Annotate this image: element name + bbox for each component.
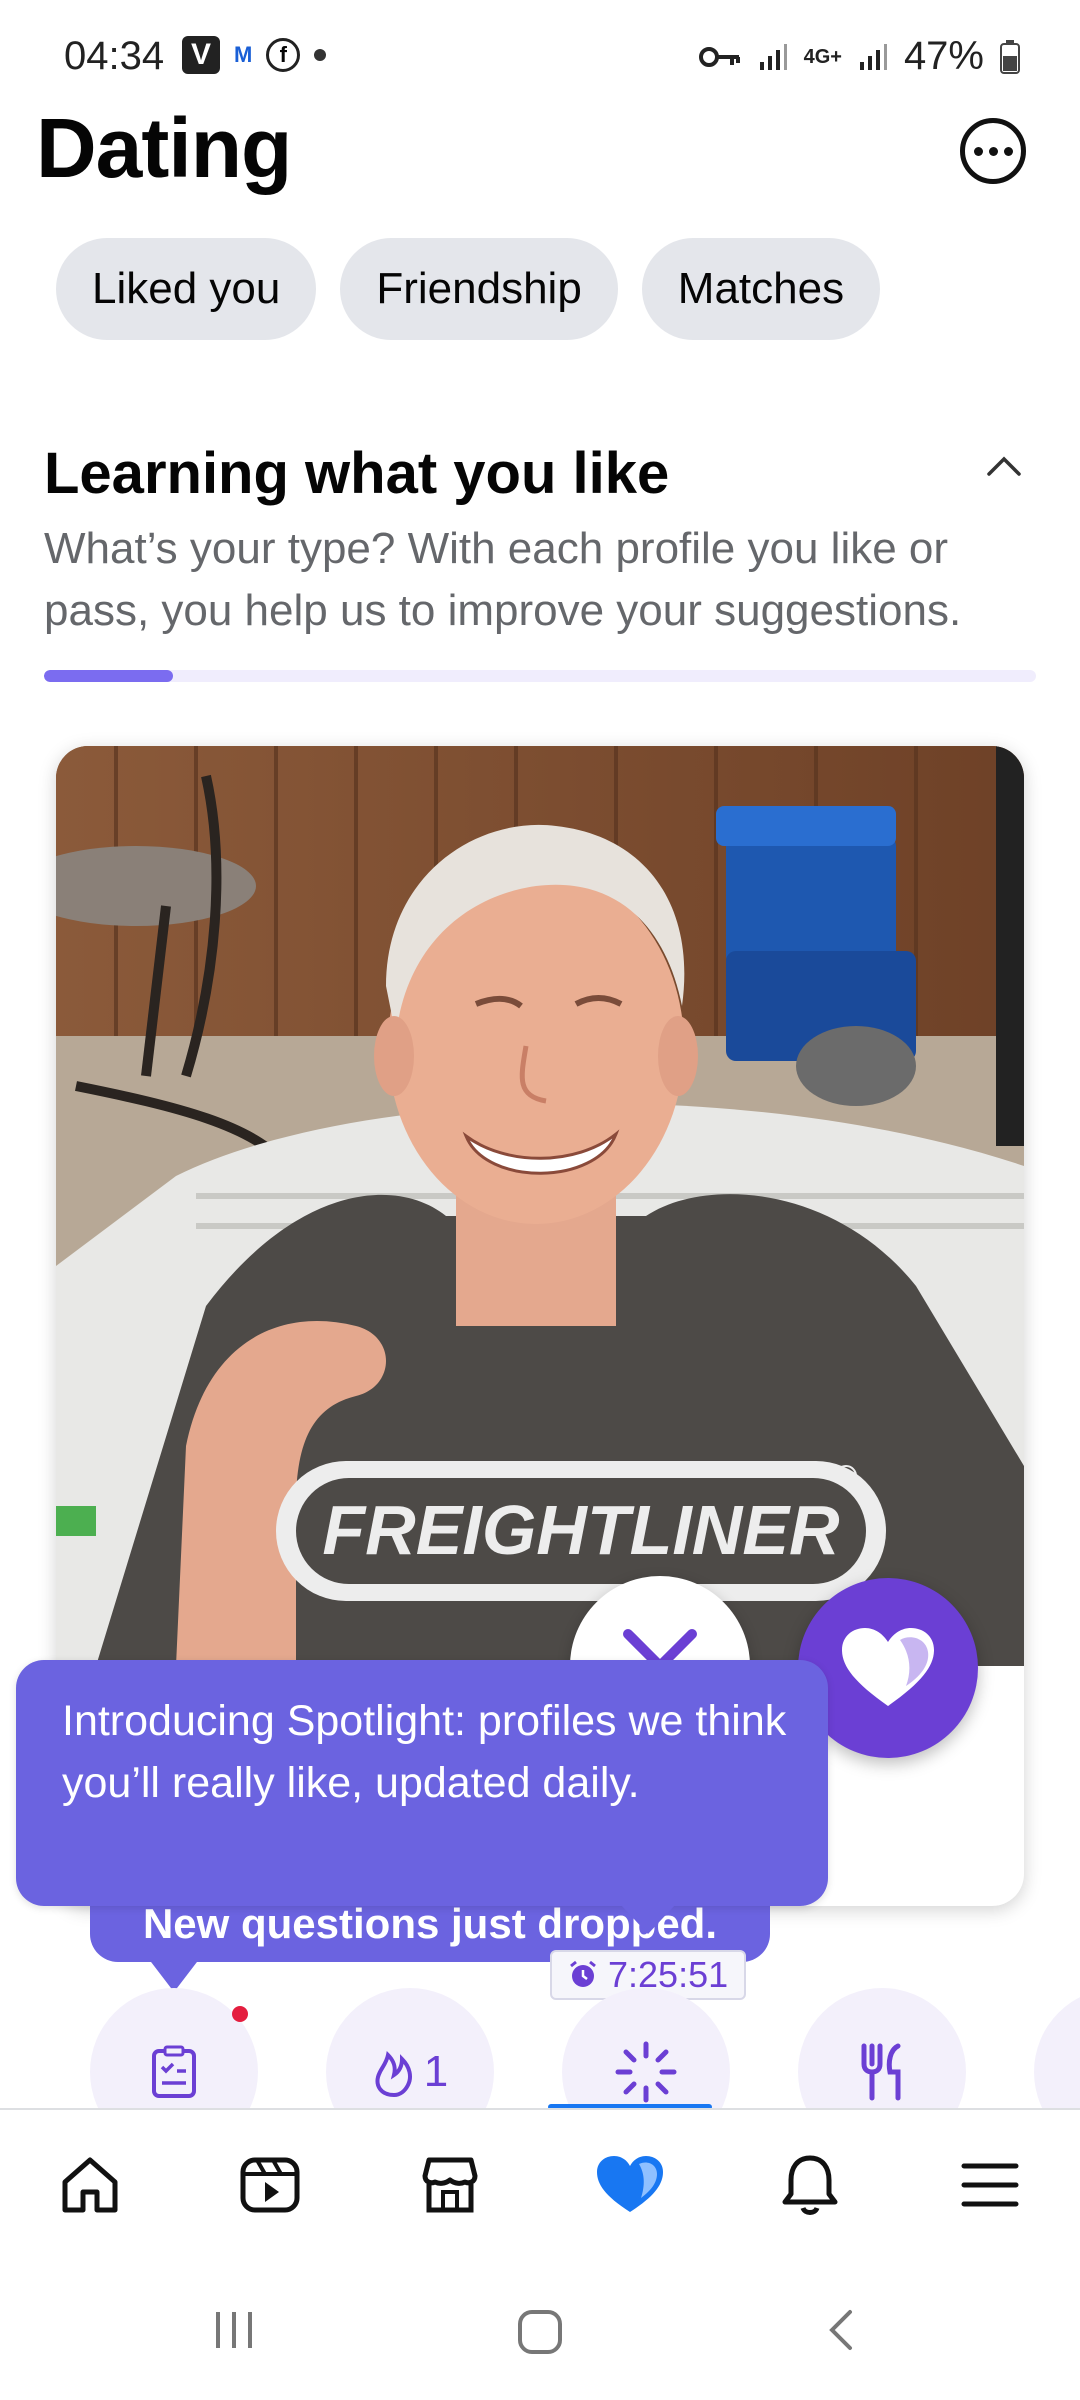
tooltip-pointer — [148, 1958, 200, 1992]
m-app-icon: M — [234, 42, 253, 67]
bottom-navigation — [0, 2108, 1080, 2260]
status-notification-icons: V M f — [182, 36, 327, 74]
battery-icon — [1000, 39, 1020, 74]
system-navigation-bar — [0, 2258, 1080, 2400]
tooltip-pointer — [620, 1904, 676, 1934]
marketplace-icon — [422, 2157, 478, 2213]
more-dot — [988, 146, 998, 156]
flame-icon — [375, 2050, 412, 2098]
nav-home[interactable] — [0, 2110, 180, 2260]
home-icon — [62, 2157, 118, 2213]
more-dot — [1003, 146, 1013, 156]
spotlight-tooltip-text: Introducing Spotlight: profiles we think… — [62, 1697, 787, 1807]
learning-description: What’s your type? With each profile you … — [44, 524, 962, 635]
nav-menu[interactable] — [900, 2110, 1080, 2260]
more-notifications-dot-icon — [314, 49, 327, 61]
new-indicator-dot — [232, 2006, 248, 2022]
alarm-clock-icon — [570, 1960, 596, 1987]
more-options-button[interactable] — [960, 118, 1026, 184]
status-time: 04:34 — [64, 34, 165, 78]
nav-marketplace[interactable] — [360, 2110, 540, 2260]
category-more[interactable] — [1034, 1988, 1080, 2110]
progress-fill — [44, 670, 173, 682]
nav-video[interactable] — [180, 2110, 360, 2260]
status-right: 4G+ 47% — [698, 34, 1020, 79]
questions-icon — [152, 2045, 196, 2098]
shirt-logo-text: FREIGHTLINER — [322, 1491, 840, 1569]
learning-progress-bar — [44, 670, 1036, 682]
nav-dating[interactable] — [540, 2110, 720, 2260]
vpn-key-icon — [698, 46, 740, 67]
filter-chips: Liked you Friendship Matches — [56, 238, 881, 340]
category-spotlight[interactable] — [562, 1988, 730, 2110]
status-bar: 04:34 V M f 4G+ 47% — [0, 0, 1080, 110]
spotlight-tooltip[interactable]: Introducing Spotlight: profiles we think… — [16, 1660, 828, 1906]
learning-title: Learning what you like — [44, 441, 670, 506]
category-food[interactable] — [798, 1988, 966, 2110]
back-icon[interactable] — [820, 2308, 864, 2352]
page-title: Dating — [36, 101, 292, 195]
profile-photo: FREIGHTLINER — [56, 746, 1024, 1666]
chevron-up-icon[interactable] — [986, 448, 1022, 484]
signal-icon — [759, 43, 787, 70]
network-type: 4G+ — [803, 45, 842, 68]
home-system-icon[interactable] — [516, 2308, 564, 2356]
nav-notifications[interactable] — [720, 2110, 900, 2260]
menu-icon — [961, 2163, 1019, 2207]
food-icon — [861, 2043, 901, 2101]
chip-liked-you[interactable]: Liked you — [56, 238, 317, 340]
heart-icon — [842, 1628, 934, 1706]
profile-photo-illustration: FREIGHTLINER — [56, 746, 1024, 1666]
chip-friendship[interactable]: Friendship — [340, 238, 618, 340]
notifications-icon — [782, 2155, 838, 2215]
category-flame[interactable]: 1 — [326, 1988, 494, 2110]
spotlight-icon — [615, 2041, 677, 2103]
facebook-icon: f — [266, 38, 301, 72]
video-icon — [240, 2157, 300, 2213]
chip-matches[interactable]: Matches — [641, 238, 881, 340]
signal-icon-2 — [859, 43, 887, 70]
category-row: 1 — [0, 1988, 1080, 2110]
recent-apps-icon[interactable] — [212, 2308, 256, 2352]
category-questions[interactable] — [90, 1988, 258, 2110]
battery-percent: 47% — [903, 34, 984, 78]
more-dot — [973, 146, 983, 156]
v-app-icon: V — [182, 36, 220, 74]
flame-count: 1 — [423, 2047, 449, 2096]
dating-icon — [597, 2156, 663, 2212]
